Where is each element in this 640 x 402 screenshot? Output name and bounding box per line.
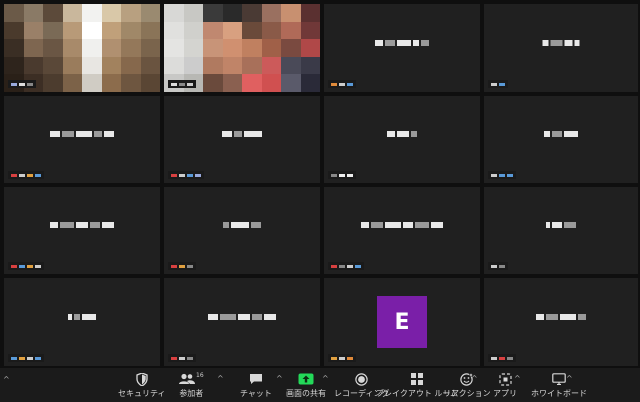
participant-name [222,131,262,138]
whiteboard-button[interactable]: ホワイトボード [531,372,587,398]
participant-name-tag [168,354,196,362]
chat-label: チャット [240,389,272,398]
participant-tile-1[interactable] [4,4,160,92]
participant-tile-5[interactable] [4,96,160,183]
participant-name-tag [168,171,204,179]
reactions-label: リアクション [443,389,491,398]
participant-name-tag [8,354,44,362]
participants-caret[interactable]: ^ [217,374,224,383]
participant-name [375,39,429,46]
participant-name-tag [488,80,508,88]
participant-tile-9[interactable] [4,187,160,274]
share-screen-caret[interactable]: ^ [322,374,329,383]
whiteboard-caret[interactable]: ^ [566,374,573,383]
participant-name [536,313,586,320]
participant-name [542,39,580,46]
participants-button[interactable]: 16 参加者 [179,372,204,398]
participant-name [208,313,276,320]
security-label: セキュリティ [118,389,166,398]
participant-video [164,4,320,92]
participant-name [546,222,576,229]
participant-tile-14[interactable] [164,278,320,366]
participants-label: 参加者 [179,389,204,398]
participant-name-tag [328,80,356,88]
participant-video [4,4,160,92]
chat-icon [249,372,263,386]
participant-name-tag [8,80,36,88]
participant-name [68,313,96,320]
audio-options-caret[interactable]: ^ [3,375,10,384]
shield-icon [136,372,148,386]
participants-icon: 16 [179,372,204,386]
participant-tile-10[interactable] [164,187,320,274]
participant-name [387,131,417,138]
chat-button[interactable]: チャット [240,372,272,398]
participant-avatar: E [377,296,427,348]
participant-name-tag [328,354,356,362]
whiteboard-icon [552,372,566,386]
share-screen-button[interactable]: 画面の共有 [286,372,326,398]
participant-tile-12[interactable] [484,187,638,274]
participant-tile-3[interactable] [324,4,480,92]
participant-name [50,222,114,229]
participant-name [544,131,578,138]
chat-caret[interactable]: ^ [276,374,283,383]
apps-icon [498,372,512,386]
participant-name-tag [488,262,508,270]
security-button[interactable]: セキュリティ [118,372,166,398]
reactions-caret[interactable]: ^ [471,374,478,383]
participant-tile-13[interactable] [4,278,160,366]
participant-tile-6[interactable] [164,96,320,183]
participant-name [50,131,114,138]
apps-caret[interactable]: ^ [514,374,521,383]
participant-name-tag [328,171,356,179]
participant-tile-2[interactable] [164,4,320,92]
video-gallery: E [4,4,638,368]
participant-tile-16[interactable] [484,278,638,366]
share-screen-label: 画面の共有 [286,389,326,398]
participant-tile-7[interactable] [324,96,480,183]
participant-name-tag [328,262,364,270]
participant-name [223,222,261,229]
participant-name-tag [168,262,196,270]
participants-count: 16 [196,371,204,379]
participant-name [361,222,443,229]
apps-label: アプリ [493,389,517,398]
breakout-rooms-icon [411,372,424,386]
participant-tile-4[interactable] [484,4,638,92]
participant-name-tag [488,171,516,179]
participant-name-tag [168,80,196,88]
participant-name-tag [488,354,516,362]
participant-name-tag [8,262,44,270]
participant-name-tag [8,171,44,179]
reactions-button[interactable]: リアクション [443,372,491,398]
whiteboard-label: ホワイトボード [531,389,587,398]
share-screen-icon [298,372,314,386]
participant-tile-15[interactable]: E [324,278,480,366]
participant-tile-11[interactable] [324,187,480,274]
record-icon [355,372,368,386]
participant-tile-8[interactable] [484,96,638,183]
meeting-toolbar: ^ セキュリティ 16 参加者 ^ チャット ^ 画面の共有 ^ レコーディング [0,368,640,402]
